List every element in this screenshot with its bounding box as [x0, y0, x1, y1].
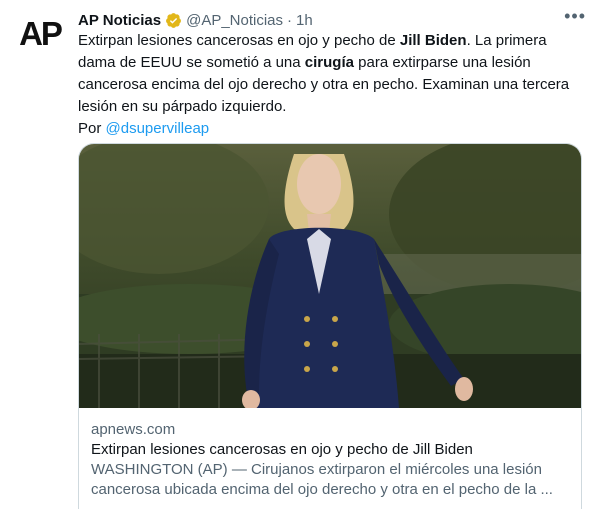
author-handle[interactable]: @AP_Noticias: [186, 12, 283, 29]
card-title: Extirpan lesiones cancerosas en ojo y pe…: [91, 441, 473, 458]
card-domain: apnews.com: [91, 421, 176, 438]
card-description: WASHINGTON (AP) — Cirujanos extirparon e…: [91, 461, 553, 498]
more-horizontal-icon[interactable]: •••: [564, 6, 586, 27]
tweet-text: Extirpan lesiones cancerosas en ojo y pe…: [78, 30, 586, 140]
tweet-text-part: Extirpan lesiones cancerosas en ojo y pe…: [78, 32, 400, 49]
tweet-text-bold: Jill Biden: [399, 32, 467, 49]
ap-logo-avatar[interactable]: AP: [16, 10, 64, 58]
ap-logo-text: AP: [19, 15, 63, 52]
tweet-timestamp[interactable]: 1h: [296, 12, 313, 29]
credit-prefix: Por: [78, 120, 106, 137]
verified-badge-icon: [166, 12, 182, 28]
card-body[interactable]: apnews.com Extirpan lesiones cancerosas …: [91, 420, 569, 500]
author-name[interactable]: AP Noticias: [78, 12, 161, 29]
card-photo[interactable]: [79, 144, 582, 408]
tweet-header: AP Noticias @AP_Noticias · 1h •••: [78, 6, 586, 30]
link-card[interactable]: apnews.com Extirpan lesiones cancerosas …: [78, 143, 582, 509]
mention-link[interactable]: @dsupervilleap: [106, 120, 210, 137]
tweet-text-bold: cirugía: [304, 54, 354, 71]
separator-dot: ·: [287, 11, 293, 29]
